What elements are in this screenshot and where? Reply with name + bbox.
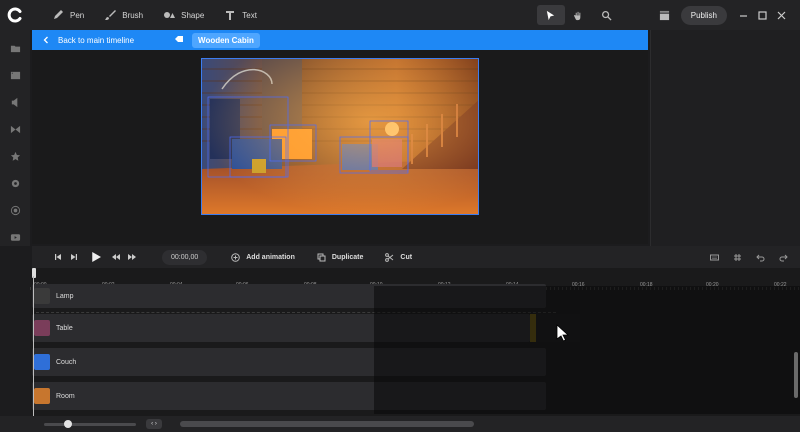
breadcrumb: Back to main timeline Wooden Cabin xyxy=(32,30,648,50)
canvas-area[interactable] xyxy=(32,50,648,244)
zoom-slider[interactable] xyxy=(44,419,136,428)
star-icon xyxy=(10,151,20,161)
left-sidebar xyxy=(0,30,30,246)
select-mode-button[interactable] xyxy=(536,5,565,25)
arrow-cursor-icon xyxy=(547,10,555,20)
scene-preview[interactable] xyxy=(201,58,479,215)
duplicate-icon xyxy=(317,253,326,261)
duplicate-label: Duplicate xyxy=(331,253,364,261)
horizontal-scrollbar[interactable] xyxy=(180,421,474,427)
minimize-icon[interactable] xyxy=(739,11,748,20)
sidebar-item-media[interactable] xyxy=(0,62,30,89)
brush-icon xyxy=(105,10,117,20)
tool-shape[interactable]: Shape xyxy=(163,9,204,21)
hand-icon xyxy=(574,11,581,20)
tool-pen[interactable]: Pen xyxy=(52,9,84,21)
undo-icon[interactable] xyxy=(756,253,765,262)
play-button[interactable] xyxy=(88,249,104,265)
scene-icon xyxy=(175,36,184,42)
track-name: Table xyxy=(56,324,73,332)
text-icon xyxy=(226,11,235,20)
sidebar-item-video[interactable] xyxy=(0,224,30,251)
app-logo[interactable] xyxy=(0,0,30,30)
sidebar-item-audio[interactable] xyxy=(0,89,30,116)
logo-icon xyxy=(7,7,22,23)
timecode-display[interactable]: 00:00,00 xyxy=(162,249,208,265)
pen-icon xyxy=(54,10,63,19)
cut-label: Cut xyxy=(400,253,413,261)
fast-forward-button[interactable] xyxy=(124,249,140,265)
keyboard-icon[interactable] xyxy=(710,253,719,262)
sidebar-item-folder[interactable] xyxy=(0,35,30,62)
record-icon xyxy=(10,205,20,216)
skip-start-icon xyxy=(55,254,61,260)
track-thumbnail xyxy=(34,388,50,404)
tool-text-label: Text xyxy=(242,10,257,20)
mouse-cursor-icon xyxy=(556,324,570,342)
clapboard-icon xyxy=(660,10,670,20)
top-bar: Pen Brush Shape Text Publish xyxy=(0,0,800,30)
sidebar-item-settings[interactable] xyxy=(0,170,30,197)
publish-button[interactable]: Publish xyxy=(680,5,727,25)
chevron-left-icon xyxy=(43,36,48,44)
playhead-line xyxy=(33,276,34,416)
scissors-icon xyxy=(385,252,394,262)
properties-panel xyxy=(650,30,800,246)
plus-circle-icon xyxy=(231,252,241,262)
out-of-range-overlay xyxy=(374,286,800,414)
tool-shape-label: Shape xyxy=(181,10,205,20)
film-icon xyxy=(10,71,20,80)
zoom-slider-knob[interactable] xyxy=(64,419,72,428)
track-name: Lamp xyxy=(56,292,74,300)
play-icon xyxy=(92,252,101,262)
duplicate-button[interactable]: Duplicate xyxy=(317,253,364,262)
speaker-icon xyxy=(11,97,17,108)
sidebar-item-favorites[interactable] xyxy=(0,143,30,170)
tool-pen-label: Pen xyxy=(70,10,85,20)
track-thumbnail xyxy=(34,288,50,304)
tool-brush-label: Brush xyxy=(122,10,144,20)
back-to-main-timeline-button[interactable]: Back to main timeline xyxy=(42,36,134,45)
cabin-scene-illustration xyxy=(202,59,478,214)
shape-icon xyxy=(164,12,176,18)
close-icon[interactable] xyxy=(777,11,786,20)
sidebar-item-record[interactable] xyxy=(0,197,30,224)
bowtie-icon xyxy=(10,125,20,134)
rewind-button[interactable] xyxy=(108,249,124,265)
hand-mode-button[interactable] xyxy=(565,5,593,25)
gear-icon xyxy=(11,179,19,188)
mode-group xyxy=(536,5,621,25)
track-name: Room xyxy=(56,392,75,400)
grid-snap-icon[interactable] xyxy=(733,253,742,262)
zoom-mode-button[interactable] xyxy=(593,5,621,25)
magnifier-icon xyxy=(602,10,612,21)
redo-icon[interactable] xyxy=(779,253,788,262)
track-thumbnail xyxy=(34,354,50,370)
skip-to-start-button[interactable] xyxy=(50,249,66,265)
cut-button[interactable]: Cut xyxy=(385,252,413,262)
add-animation-label: Add animation xyxy=(246,253,295,261)
track-name: Couch xyxy=(56,358,77,366)
tool-brush[interactable]: Brush xyxy=(104,9,143,21)
timeline[interactable]: 00:00 00:02 00:04 00:06 00:08 00:10 00:1… xyxy=(30,268,800,416)
add-animation-button[interactable]: Add animation xyxy=(231,252,295,262)
rewind-icon xyxy=(112,254,120,260)
fit-to-view-button[interactable]: ‹ › xyxy=(146,419,162,429)
fast-forward-icon xyxy=(128,254,136,260)
sidebar-item-transitions[interactable] xyxy=(0,116,30,143)
transport-bar: 00:00,00 Add animation Duplicate Cut xyxy=(32,246,800,268)
tool-text[interactable]: Text xyxy=(224,9,257,21)
scene-chip[interactable]: Wooden Cabin xyxy=(174,32,260,48)
play-box-icon xyxy=(10,234,20,241)
vertical-scrollbar[interactable] xyxy=(794,352,798,398)
track-thumbnail xyxy=(34,320,50,336)
bottom-bar: ‹ › xyxy=(0,416,800,432)
maximize-icon[interactable] xyxy=(758,10,767,20)
skip-end-icon xyxy=(71,254,77,260)
skip-to-end-button[interactable] xyxy=(66,249,82,265)
clapboard-button[interactable] xyxy=(655,5,675,25)
folder-icon xyxy=(10,45,20,53)
scene-name: Wooden Cabin xyxy=(192,32,260,48)
back-label: Back to main timeline xyxy=(58,35,135,45)
